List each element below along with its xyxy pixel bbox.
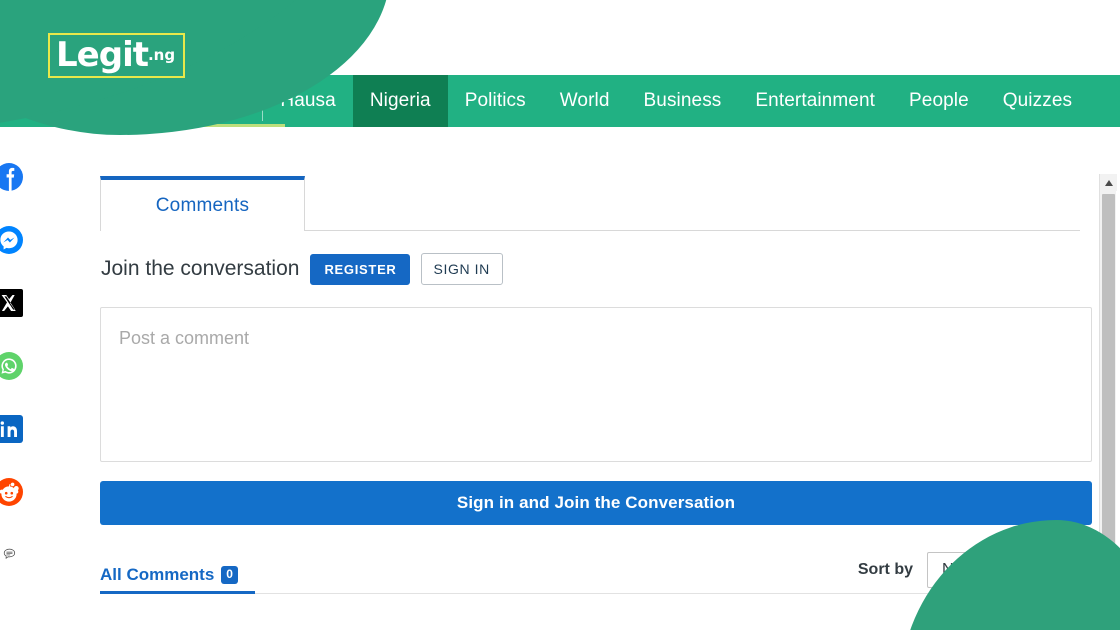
sign-in-button[interactable]: SIGN IN — [420, 253, 503, 285]
site-logo-tld: .ng — [147, 46, 176, 64]
nav-item-hausa-label: Hausa — [280, 90, 336, 111]
sort-by-select[interactable]: Newest — [927, 552, 1092, 588]
sort-by-label: Sort by — [857, 561, 913, 578]
comment-bubble-icon — [3, 548, 16, 559]
all-comments-active-underline — [100, 591, 255, 594]
site-logo-word: Legit — [56, 35, 149, 75]
nav-home-underline — [145, 124, 285, 127]
comment-count-widget[interactable]: 0 — [0, 548, 24, 578]
linkedin-icon[interactable] — [0, 414, 24, 444]
nav-item-hausa[interactable]: Hausa — [263, 75, 352, 127]
comment-input[interactable]: Post a comment — [100, 307, 1092, 462]
comments-panel: Comments Join the conversation REGISTER … — [100, 176, 1092, 630]
all-comments-label: All Comments — [100, 565, 215, 584]
reddit-icon[interactable] — [0, 477, 24, 507]
register-button[interactable]: REGISTER — [310, 253, 410, 285]
nav-item-home[interactable]: HOME — [150, 75, 262, 127]
nav-item-politics-label: Politics — [464, 90, 526, 111]
scrollbar-thumb[interactable] — [1102, 194, 1115, 582]
caret-up-icon — [1104, 179, 1113, 186]
comments-tab-row: Comments — [100, 176, 1092, 231]
tab-row-divider — [305, 230, 1080, 231]
page-scrollbar[interactable] — [1099, 174, 1117, 630]
social-share-rail: 0 — [0, 162, 30, 578]
nav-item-entertainment-label: Entertainment — [755, 90, 875, 111]
nav-item-nigeria[interactable]: Nigeria — [352, 75, 448, 127]
all-comments-count-badge: 0 — [221, 566, 238, 584]
x-twitter-icon[interactable] — [0, 288, 24, 318]
nav-item-home-label: HOME — [180, 89, 241, 112]
nav-item-people-label: People — [909, 90, 969, 111]
sign-in-and-join-button[interactable]: Sign in and Join the Conversation — [100, 481, 1092, 525]
nav-item-business-label: Business — [643, 90, 722, 111]
page-root: HOME Hausa Nigeria Politics World Busine… — [0, 0, 1120, 630]
messenger-icon[interactable] — [0, 225, 24, 255]
nav-item-world-label: World — [559, 90, 610, 111]
site-logo[interactable]: Legit.ng — [48, 33, 186, 78]
tab-comments-label: Comments — [155, 194, 250, 216]
whatsapp-icon[interactable] — [0, 351, 24, 381]
nav-item-business[interactable]: Business — [627, 75, 739, 127]
join-conversation-row: Join the conversation REGISTER SIGN IN — [100, 253, 1092, 285]
sort-controls: Sort by Newest — [858, 552, 1092, 594]
nav-item-quizzes-label: Quizzes — [1002, 90, 1073, 111]
facebook-icon[interactable] — [0, 162, 24, 192]
site-logo-text: Legit.ng — [56, 35, 175, 75]
nav-items-container: HOME Hausa Nigeria Politics World Busine… — [150, 75, 1089, 127]
nav-item-politics[interactable]: Politics — [448, 75, 543, 127]
nav-item-entertainment[interactable]: Entertainment — [738, 75, 892, 127]
join-conversation-text: Join the conversation — [101, 257, 300, 280]
nav-item-quizzes[interactable]: Quizzes — [986, 75, 1089, 127]
nav-item-nigeria-label: Nigeria — [369, 90, 431, 111]
comments-list-header: All Comments 0 Sort by Newest — [100, 552, 1092, 594]
nav-item-people[interactable]: People — [892, 75, 986, 127]
tab-comments[interactable]: Comments — [100, 176, 305, 231]
tab-all-comments[interactable]: All Comments 0 — [100, 565, 255, 594]
scrollbar-up-arrow-button[interactable] — [1100, 174, 1117, 191]
site-navigation-bar: HOME Hausa Nigeria Politics World Busine… — [0, 75, 1120, 127]
nav-item-world[interactable]: World — [543, 75, 627, 127]
